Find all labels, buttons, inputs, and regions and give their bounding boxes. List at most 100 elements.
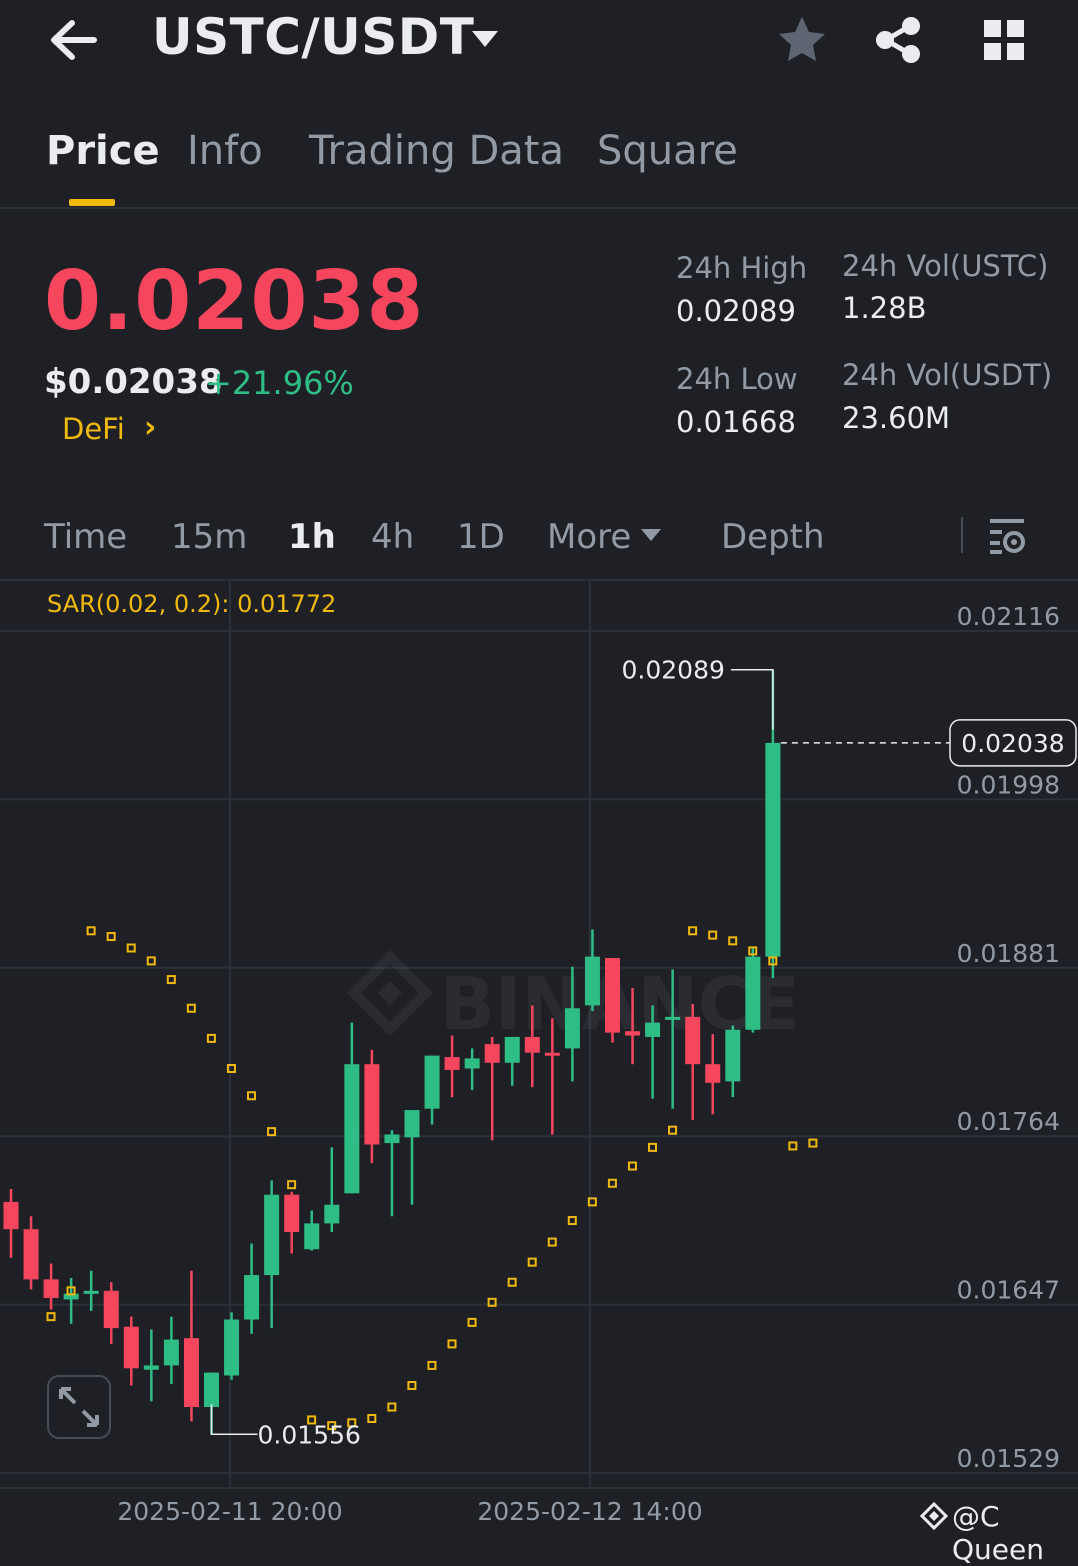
high-marker-line (730, 668, 774, 730)
candle-body (264, 1194, 280, 1276)
chart-settings-icon[interactable] (986, 516, 1028, 556)
sar-dot (186, 1003, 196, 1013)
candle-body (364, 1064, 380, 1145)
sar-dot (648, 1142, 657, 1152)
candle-body (584, 956, 600, 1006)
candle (224, 1312, 240, 1380)
candle-body (324, 1204, 340, 1224)
high-value: 0.02089 (676, 294, 796, 328)
candle (3, 1188, 19, 1258)
sar-dot (427, 1360, 437, 1370)
candle (304, 1210, 320, 1251)
candlestick-chart[interactable]: BINANCE 0.020890.015560.02038 0.021160.0… (0, 581, 1078, 1539)
sar-dot (287, 1180, 297, 1190)
chevron-right-icon[interactable]: › (144, 410, 156, 445)
pair-title[interactable]: USTC/USDT (152, 8, 474, 66)
candle-body (304, 1223, 320, 1250)
candle (705, 1034, 721, 1115)
candle-body (3, 1201, 19, 1230)
back-arrow-icon[interactable] (48, 18, 100, 62)
candles (3, 669, 781, 1435)
candle-body (23, 1229, 39, 1280)
interval-15m[interactable]: 15m (171, 517, 247, 557)
tab-trading-data[interactable]: Trading Data (309, 128, 564, 174)
vol-quote-label: 24h Vol(USDT) (842, 358, 1053, 392)
low-marker-line (210, 1404, 258, 1436)
interval-1d[interactable]: 1D (457, 517, 505, 557)
candle (464, 1048, 480, 1091)
candle-body (725, 1029, 741, 1082)
candle (584, 929, 600, 1012)
last-price: 0.02038 (44, 254, 425, 349)
expand-button[interactable] (47, 1375, 111, 1439)
candle (404, 1110, 420, 1205)
sar-dot (146, 956, 156, 966)
y-tick-label: 0.01647 (957, 1276, 1060, 1305)
sar-dot (467, 1317, 477, 1327)
grid-icon[interactable] (982, 18, 1026, 62)
tab-price[interactable]: Price (46, 128, 160, 174)
vol-base-value: 1.28B (842, 291, 927, 325)
candle-body (765, 742, 781, 957)
x-tick-label: 2025-02-11 20:00 (117, 1497, 342, 1526)
candle-body (103, 1290, 119, 1329)
candle (605, 958, 620, 1043)
interval-more[interactable]: More (547, 517, 631, 557)
interval-time[interactable]: Time (44, 517, 127, 557)
candle (424, 1055, 440, 1125)
depth-tab[interactable]: Depth (721, 517, 825, 557)
candle (745, 948, 761, 1033)
interval-1h[interactable]: 1h (288, 517, 336, 557)
sar-dot (567, 1216, 577, 1226)
candle (63, 1277, 79, 1324)
candle (484, 1036, 500, 1141)
candle (183, 1270, 199, 1422)
x-tick-label: 2025-02-12 14:00 (477, 1497, 702, 1526)
candle-body (244, 1275, 260, 1320)
sar-dot (708, 930, 718, 940)
sar-dot (808, 1138, 818, 1148)
share-icon[interactable] (874, 16, 922, 64)
candle-body (645, 1022, 661, 1037)
sar-dot (206, 1033, 216, 1043)
candle-body (665, 1016, 681, 1020)
candle-body (705, 1064, 721, 1083)
sar-dot (126, 943, 136, 953)
candle-body (143, 1365, 159, 1370)
sar-indicator-label: SAR(0.02, 0.2): 0.01772 (47, 590, 337, 618)
candle-body (123, 1326, 139, 1369)
more-caret-icon[interactable] (640, 527, 662, 543)
interval-4h[interactable]: 4h (371, 517, 414, 557)
sar-dot (688, 926, 698, 936)
tab-square[interactable]: Square (597, 128, 738, 174)
y-tick-label: 0.02116 (957, 602, 1060, 631)
sar-dot (668, 1125, 678, 1135)
tab-info[interactable]: Info (187, 128, 263, 174)
caret-down-icon[interactable] (470, 28, 500, 50)
candle-body (284, 1194, 300, 1233)
y-tick-label: 0.01764 (957, 1107, 1060, 1136)
candle-body (183, 1338, 199, 1408)
sar-dot (387, 1402, 397, 1412)
low-value: 0.01668 (676, 405, 796, 439)
sar-dot (728, 936, 738, 946)
high-label: 24h High (676, 251, 808, 285)
candle-body (404, 1110, 420, 1138)
candle-body (444, 1057, 460, 1070)
candle-body (83, 1290, 99, 1294)
chart-markers: 0.02089 0.01556 0.02038 (210, 656, 1077, 1449)
candle-body (524, 1036, 540, 1053)
candle-body (745, 956, 761, 1030)
category-tag[interactable]: DeFi (62, 412, 125, 446)
candle-body (504, 1036, 520, 1063)
candle-body (605, 958, 620, 1033)
star-icon[interactable] (776, 14, 828, 66)
candle (324, 1147, 340, 1233)
interval-separator (961, 517, 963, 553)
sar-dot (547, 1237, 557, 1247)
candle (43, 1263, 59, 1310)
y-tick-label: 0.01881 (957, 939, 1060, 968)
credit-text: @C Queen (952, 1500, 1044, 1566)
low-marker-label: 0.01556 (258, 1420, 361, 1449)
sar-dot (247, 1091, 256, 1101)
